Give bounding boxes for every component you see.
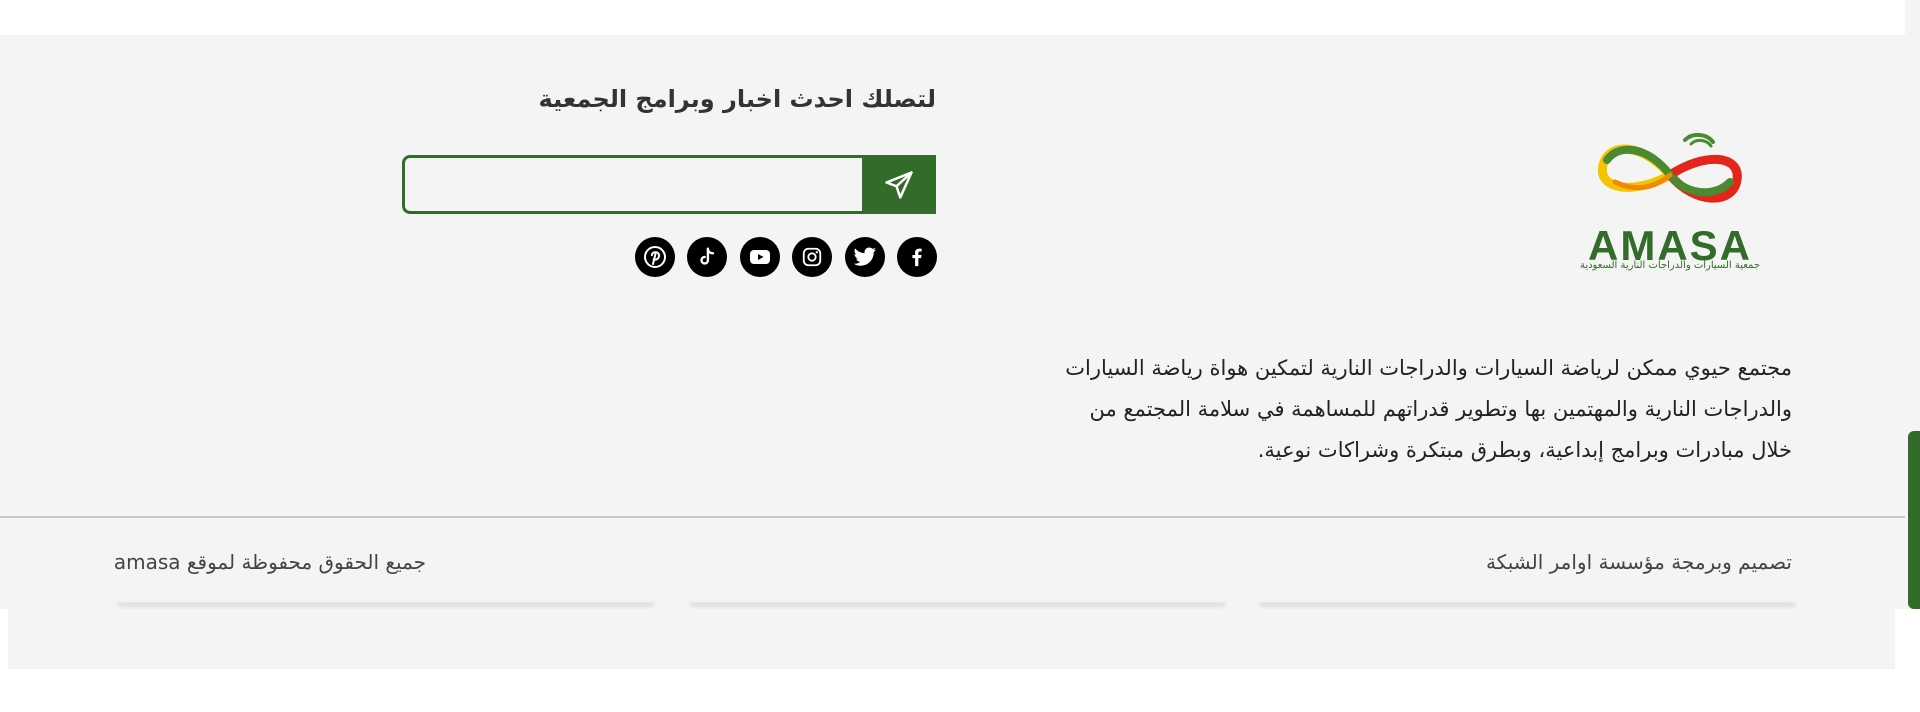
developer-credit: تصميم وبرمجة مؤسسة اوامر الشبكة [1485,550,1792,574]
site-footer: لتصلك احدث اخبار وبرامج الجمعية AMASA جم… [0,35,1905,609]
bottom-card-divider [118,596,653,603]
facebook-icon [912,248,922,267]
footer-divider [0,516,1905,518]
bottom-card-divider [690,596,1225,603]
social-link-instagram[interactable] [792,237,833,277]
about-text: مجتمع حيوي ممكن لرياضة السيارات والدراجا… [980,348,1792,471]
instagram-icon [803,247,822,267]
social-link-pinterest[interactable] [635,237,675,277]
twitter-icon [853,247,876,266]
about-line: خلال مبادرات وبرامج إبداعية، وبطرق مبتكر… [1257,438,1792,462]
social-link-tiktok[interactable] [687,237,728,277]
pinterest-icon [644,246,666,268]
newsletter-title: لتصلك احدث اخبار وبرامج الجمعية [538,85,936,113]
about-line: مجتمع حيوي ممكن لرياضة السيارات والدراجا… [1065,356,1792,380]
social-link-youtube[interactable] [739,237,780,277]
newsletter-form [402,155,936,214]
paper-plane-icon [885,170,913,199]
social-link-facebook[interactable] [896,237,937,277]
copyright-text: جميع الحقوق محفوظة لموقع amasa [113,550,426,574]
tiktok-icon [700,247,715,265]
newsletter-email-input[interactable] [402,155,862,214]
youtube-icon [749,250,770,264]
amasa-logo-icon [1597,133,1742,203]
social-link-twitter[interactable] [844,237,885,277]
newsletter-send-button[interactable] [862,155,936,214]
social-links [635,237,937,277]
bottom-strip [8,609,1895,669]
logo-subtitle: جمعية السيارات والدراجات النارية السعودي… [1579,260,1761,271]
about-line: والدراجات النارية والمهتمين بها وتطوير ق… [1089,397,1792,421]
scrollbar-thumb[interactable] [1908,431,1920,609]
bottom-card-divider [1260,596,1795,603]
